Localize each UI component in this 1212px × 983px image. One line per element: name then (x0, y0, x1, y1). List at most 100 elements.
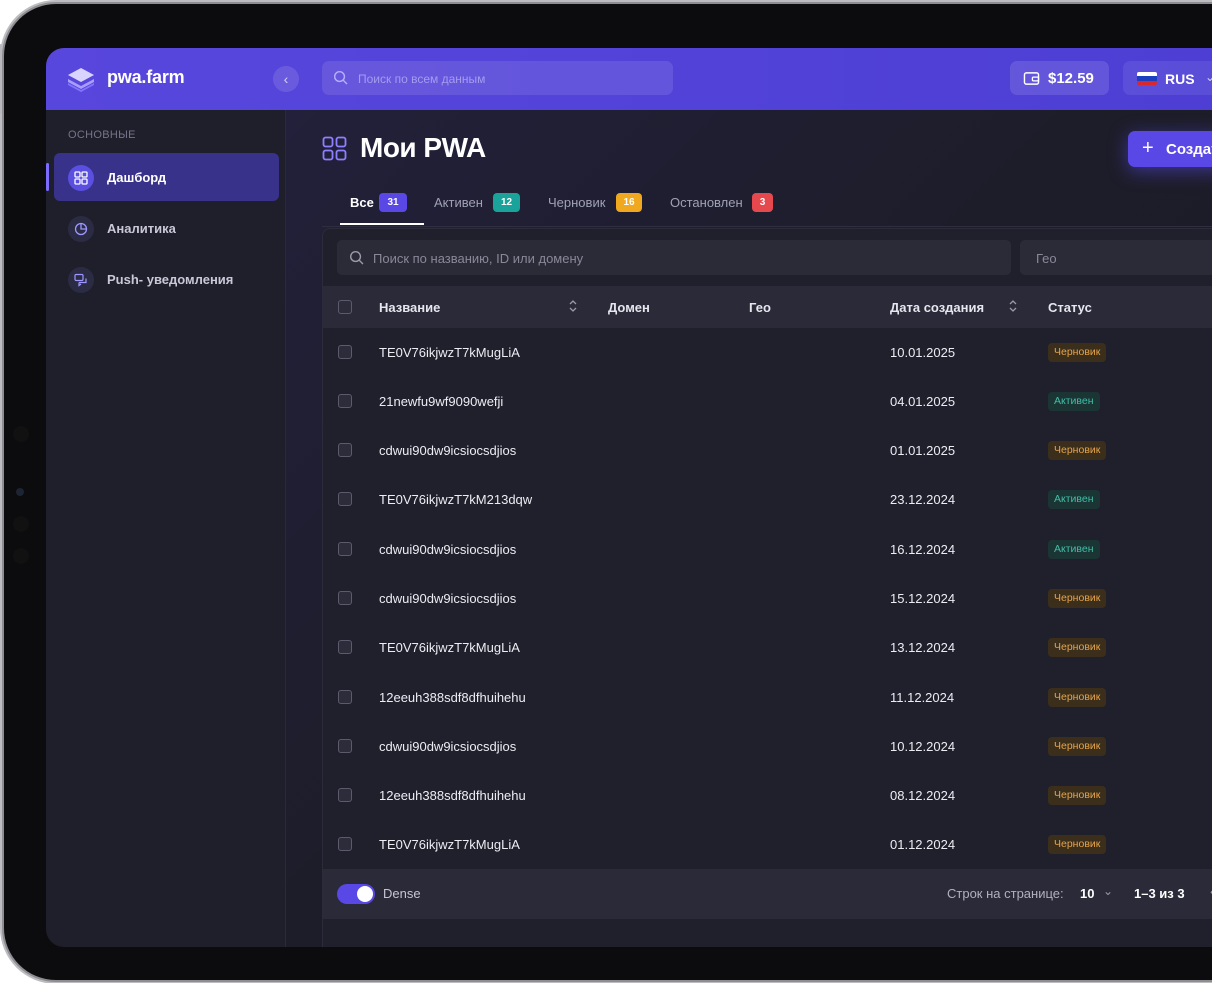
page-title: Мои PWA (360, 132, 486, 163)
table-row[interactable]: TE0V76ikjwzT7kM213dqw 23.12.2024 Активен… (323, 475, 1212, 524)
table-footer: Dense Строк на странице: 10 ⌄ 1–3 из 3 ‹ (323, 869, 1212, 919)
dense-toggle[interactable] (337, 884, 375, 904)
tab-label: Активен (434, 195, 483, 210)
table-row[interactable]: TE0V76ikjwzT7kMugLiA 10.01.2025 Черновик… (323, 328, 1212, 377)
row-name: cdwui90dw9icsiocsdjios (379, 443, 517, 458)
status-badge: Черновик (1048, 589, 1107, 608)
active-indicator (46, 163, 49, 191)
sidebar-item-dashboard[interactable]: Дашборд (46, 153, 279, 201)
row-date: 10.12.2024 (890, 739, 956, 754)
chevron-down-icon[interactable]: ⌄ (1103, 884, 1113, 898)
status-badge: Черновик (1048, 638, 1107, 657)
row-checkbox[interactable] (338, 788, 352, 802)
search-icon (349, 250, 364, 265)
table-row[interactable]: TE0V76ikjwzT7kMugLiA 01.12.2024 Черновик… (323, 820, 1212, 869)
row-date: 08.12.2024 (890, 788, 956, 803)
tablet-sensor (13, 426, 29, 442)
tablet-camera (16, 488, 24, 496)
table-search-input[interactable] (371, 240, 975, 277)
column-header-date[interactable]: Дата создания (890, 300, 984, 315)
sidebar-item-label: Дашборд (107, 170, 167, 185)
column-header-status[interactable]: Статус (1048, 300, 1092, 315)
geo-filter[interactable] (1020, 240, 1212, 277)
language-selector[interactable]: RUS ⌄ (1123, 61, 1212, 95)
balance-button[interactable]: $12.59 (1010, 61, 1109, 95)
row-checkbox[interactable] (338, 739, 352, 753)
table-row[interactable]: 12eeuh388sdf8dfhuihehu 11.12.2024 Чернов… (323, 673, 1212, 722)
row-checkbox[interactable] (338, 443, 352, 457)
row-checkbox[interactable] (338, 591, 352, 605)
row-date: 11.12.2024 (890, 690, 955, 705)
tab-count-badge: 12 (493, 193, 520, 212)
top-bar: pwa.farm ‹ $12.59 RUS ⌄ (46, 48, 1212, 110)
table-row[interactable]: cdwui90dw9icsiocsdjios 01.01.2025 Чернов… (323, 426, 1212, 475)
sort-icon[interactable] (1008, 299, 1018, 313)
status-badge: Черновик (1048, 786, 1107, 805)
rows-per-page-label: Строк на странице: (947, 886, 1064, 901)
row-date: 23.12.2024 (890, 492, 956, 507)
analytics-icon (68, 216, 94, 242)
row-date: 01.01.2025 (890, 443, 956, 458)
row-name: TE0V76ikjwzT7kMugLiA (379, 837, 520, 852)
tab-label: Все (350, 195, 374, 210)
row-checkbox[interactable] (338, 837, 352, 851)
table-header: Название Домен Гео Дата создания Статус (323, 286, 1212, 328)
sidebar-item-push[interactable]: Push- уведомления (54, 255, 279, 303)
collapse-sidebar-button[interactable]: ‹ (273, 66, 299, 92)
rows-per-page-select[interactable]: 10 (1080, 886, 1094, 901)
select-all-checkbox[interactable] (338, 300, 352, 314)
row-date: 16.12.2024 (890, 542, 956, 557)
tablet-sensor (13, 516, 29, 532)
tab-count-badge: 3 (752, 193, 773, 212)
status-tabs: Все 31 Активен 12 Черновик 16 Остановлен… (322, 188, 1212, 227)
column-header-geo[interactable]: Гео (749, 300, 771, 315)
table-row[interactable]: TE0V76ikjwzT7kMugLiA 13.12.2024 Черновик… (323, 623, 1212, 672)
row-checkbox[interactable] (338, 345, 352, 359)
active-tab-underline (340, 223, 424, 225)
create-pwa-button[interactable]: + Создат (1128, 131, 1212, 167)
chevron-left-icon: ‹ (283, 71, 289, 87)
table-row[interactable]: 12eeuh388sdf8dfhuihehu 08.12.2024 Чернов… (323, 771, 1212, 820)
global-search-input[interactable] (356, 61, 660, 97)
row-name: TE0V76ikjwzT7kM213dqw (379, 492, 533, 507)
plus-icon: + (1142, 137, 1154, 159)
global-search (322, 61, 673, 97)
pagination-range: 1–3 из 3 (1134, 886, 1185, 901)
tab-label: Остановлен (670, 195, 743, 210)
sort-icon[interactable] (568, 299, 578, 313)
row-date: 13.12.2024 (890, 640, 956, 655)
create-button-label: Создат (1166, 141, 1212, 158)
apps-grid-icon (322, 136, 347, 161)
sidebar-item-label: Аналитика (107, 221, 176, 236)
table-row[interactable]: 21newfu9wf9090wefji 04.01.2025 Активен ⋮ (323, 377, 1212, 426)
balance-amount: $12.59 (1048, 70, 1094, 87)
row-checkbox[interactable] (338, 542, 352, 556)
tab-label: Черновик (548, 195, 606, 210)
push-notification-icon (68, 267, 94, 293)
status-badge: Черновик (1048, 737, 1107, 756)
row-date: 01.12.2024 (890, 837, 956, 852)
table-row[interactable]: cdwui90dw9icsiocsdjios 15.12.2024 Чернов… (323, 574, 1212, 623)
sidebar-item-analytics[interactable]: Аналитика (54, 204, 279, 252)
status-badge: Активен (1048, 490, 1100, 509)
status-badge: Черновик (1048, 835, 1107, 854)
row-checkbox[interactable] (338, 492, 352, 506)
russia-flag-icon (1137, 72, 1157, 85)
dense-label: Dense (383, 886, 421, 901)
row-name: cdwui90dw9icsiocsdjios (379, 542, 517, 557)
table-row[interactable]: cdwui90dw9icsiocsdjios 10.12.2024 Чернов… (323, 722, 1212, 771)
geo-filter-input[interactable] (1034, 240, 1212, 277)
table-row[interactable]: cdwui90dw9icsiocsdjios 16.12.2024 Активе… (323, 525, 1212, 574)
row-date: 04.01.2025 (890, 394, 956, 409)
row-checkbox[interactable] (338, 690, 352, 704)
column-header-name[interactable]: Название (379, 300, 440, 315)
row-name: 12eeuh388sdf8dfhuihehu (379, 690, 526, 705)
search-icon (333, 70, 348, 85)
row-checkbox[interactable] (338, 394, 352, 408)
column-header-domain[interactable]: Домен (608, 300, 650, 315)
row-date: 15.12.2024 (890, 591, 956, 606)
row-checkbox[interactable] (338, 640, 352, 654)
tablet-sensor (13, 548, 29, 564)
dashboard-icon (68, 165, 94, 191)
sidebar-section-label: ОСНОВНЫЕ (68, 129, 136, 141)
